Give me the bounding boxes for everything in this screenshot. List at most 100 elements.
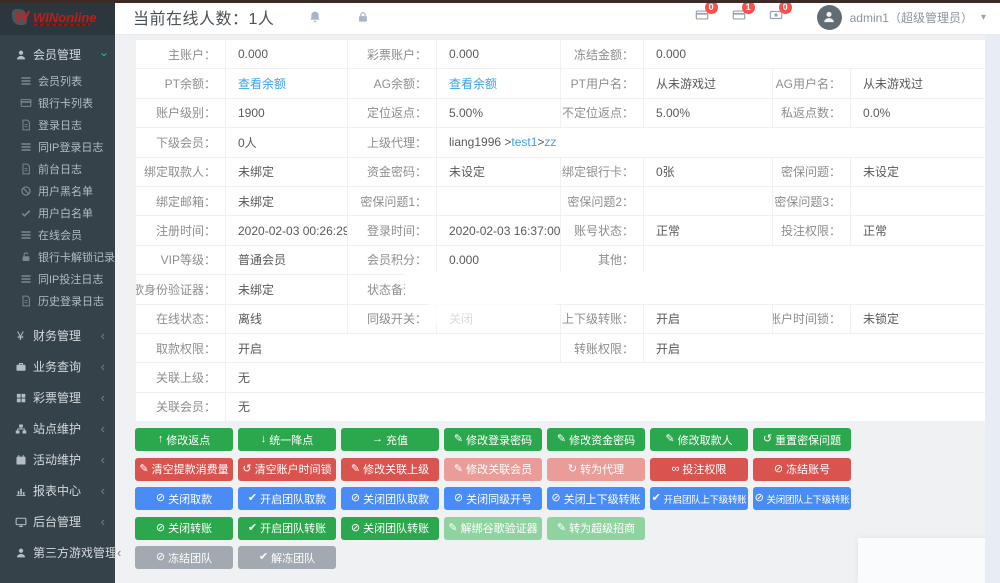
- sidebar-subitem-用户黑名单[interactable]: 用户黑名单: [0, 180, 115, 202]
- action-button-label: 清空账户时间锁: [255, 461, 332, 477]
- sidebar-item-后台管理[interactable]: 后台管理‹: [0, 506, 115, 537]
- sidebar-item-活动维护[interactable]: 活动维护‹: [0, 444, 115, 475]
- sidebar-item-财务管理[interactable]: ¥财务管理‹: [0, 320, 115, 351]
- sidebar-item-彩票管理[interactable]: 彩票管理‹: [0, 382, 115, 413]
- action-button[interactable]: ⊘关闭取款: [135, 487, 233, 510]
- field-label: 密保问题3：: [773, 187, 851, 216]
- action-button[interactable]: ⊘关闭上下级转账: [547, 487, 645, 510]
- action-button-label: 转为代理: [580, 461, 624, 477]
- sidebar-item-label: 业务查询: [33, 358, 101, 375]
- sidebar-subitem-同IP投注日志[interactable]: 同IP投注日志: [0, 268, 115, 290]
- sidebar-item-业务查询[interactable]: 业务查询‹: [0, 351, 115, 382]
- action-button[interactable]: ↻转为代理: [547, 458, 645, 481]
- field-value: 查看余额: [226, 69, 348, 98]
- action-button[interactable]: ↺重置密保问题: [753, 428, 851, 451]
- action-button[interactable]: ⊘关闭转账: [135, 517, 233, 540]
- action-button[interactable]: ⊘关闭团队取款: [341, 487, 439, 510]
- action-button[interactable]: ✎修改取款人: [650, 428, 748, 451]
- sidebar-subitem-会员列表[interactable]: 会员列表: [0, 70, 115, 92]
- money-notification-icon[interactable]: 0: [768, 8, 784, 22]
- scrollbar-track[interactable]: [985, 35, 1000, 583]
- field-value: 未绑定: [226, 275, 348, 304]
- field-label: 账号状态：: [561, 216, 644, 245]
- action-button-label: 关闭团队转账: [363, 520, 429, 536]
- field-label: 主账户：: [136, 40, 226, 69]
- action-button-label: 统一降点: [269, 432, 313, 448]
- sidebar-subitem-同IP登录日志[interactable]: 同IP登录日志: [0, 136, 115, 158]
- action-button[interactable]: ✔开启团队取款: [238, 487, 336, 510]
- lock-icon[interactable]: [356, 10, 370, 24]
- sidebar-subitem-用户白名单[interactable]: 用户白名单: [0, 202, 115, 224]
- agent-link[interactable]: test1: [511, 135, 537, 149]
- ban-icon: ⊘: [755, 493, 764, 504]
- logo-icon: W: [12, 9, 29, 26]
- edit-icon: ✎: [448, 523, 457, 534]
- action-button[interactable]: ✔开启团队转账: [238, 517, 336, 540]
- sidebar-item-label: 站点维护: [33, 420, 101, 437]
- ban-icon: ⊘: [156, 493, 165, 504]
- field-value: 0.000: [437, 40, 561, 69]
- sidebar-subitem-银行卡列表[interactable]: 银行卡列表: [0, 92, 115, 114]
- action-button[interactable]: ✎修改登录密码: [444, 428, 542, 451]
- sidebar-subitem-登录日志[interactable]: 登录日志: [0, 114, 115, 136]
- undo-icon: ↺: [763, 434, 772, 445]
- sidebar-subitem-历史登录日志[interactable]: 历史登录日志: [0, 290, 115, 312]
- action-button[interactable]: ⊘关闭团队转账: [341, 517, 439, 540]
- action-button-label: 关闭取款: [168, 491, 212, 507]
- sidebar-item-报表中心[interactable]: 报表中心‹: [0, 475, 115, 506]
- field-label: 登录时间：: [348, 216, 437, 245]
- action-button[interactable]: ↓统一降点: [238, 428, 336, 451]
- sidebar-subitem-在线会员[interactable]: 在线会员: [0, 224, 115, 246]
- action-button[interactable]: ✎修改关联会员: [444, 458, 542, 481]
- action-button[interactable]: ↑修改返点: [135, 428, 233, 451]
- action-button[interactable]: ⊘冻结账号: [753, 458, 851, 481]
- sidebar-subitem-前台日志[interactable]: 前台日志: [0, 158, 115, 180]
- sidebar-item-label: 同IP登录日志: [38, 139, 115, 155]
- action-button-label: 开启团队转账: [260, 520, 326, 536]
- agent-link[interactable]: zz: [544, 135, 556, 149]
- action-button[interactable]: ✎清空提款消费量: [135, 458, 233, 481]
- logo[interactable]: W WINonline: [0, 0, 115, 35]
- field-value: 无: [226, 393, 986, 422]
- sidebar-item-会员管理[interactable]: 会员管理‹: [0, 39, 115, 70]
- logo-text: WINonline: [33, 10, 97, 25]
- view-balance-link[interactable]: 查看余额: [238, 75, 286, 92]
- action-button[interactable]: ⊘关闭同级开号: [444, 487, 542, 510]
- action-button[interactable]: ∞投注权限: [650, 458, 748, 481]
- user-menu[interactable]: admin1（超级管理员） ▾: [817, 5, 986, 30]
- bell-icon[interactable]: [308, 10, 322, 24]
- action-button[interactable]: ✎转为超级招商: [547, 517, 645, 540]
- action-button[interactable]: ⊘关闭团队上下级转账: [753, 487, 851, 510]
- action-button[interactable]: ✎修改资金密码: [547, 428, 645, 451]
- field-label: AG余额：: [348, 69, 437, 98]
- sidebar: W WINonline 会员管理‹会员列表银行卡列表登录日志同IP登录日志前台日…: [0, 0, 115, 583]
- action-button[interactable]: ⊘冻结团队: [135, 546, 233, 569]
- field-label: 不定位返点：: [561, 99, 644, 128]
- action-button[interactable]: ✎修改关联上级: [341, 458, 439, 481]
- action-button-label: 投注权限: [682, 461, 726, 477]
- sidebar-item-第三方游戏管理[interactable]: 第三方游戏管理‹: [0, 537, 115, 568]
- action-button[interactable]: ✔开启团队上下级转账: [650, 487, 748, 510]
- bankcard-notification-icon[interactable]: 0: [694, 8, 710, 22]
- view-balance-link[interactable]: 查看余额: [449, 75, 497, 92]
- edit-icon: ✎: [557, 523, 566, 534]
- chevron-left-icon: ‹: [101, 515, 105, 528]
- sidebar-subitem-银行卡解锁记录[interactable]: 银行卡解锁记录: [0, 246, 115, 268]
- field-value: 2020-02-03 16:37:00: [437, 216, 561, 245]
- edit-icon: ✎: [557, 434, 566, 445]
- check-icon: ✔: [248, 523, 257, 534]
- action-button[interactable]: ✔解冻团队: [238, 546, 336, 569]
- sidebar-item-label: 报表中心: [33, 482, 101, 499]
- field-label: 会员积分：: [348, 246, 437, 275]
- action-button[interactable]: →充值: [341, 428, 439, 451]
- chevron-left-icon: ‹: [101, 360, 105, 373]
- field-value: [437, 187, 561, 216]
- action-button[interactable]: ↺清空账户时间锁: [238, 458, 336, 481]
- field-label: 冻结金额：: [561, 40, 644, 69]
- chevron-left-icon: ‹: [101, 391, 105, 404]
- bankcard-notification-icon[interactable]: 1: [731, 8, 747, 22]
- sidebar-item-站点维护[interactable]: 站点维护‹: [0, 413, 115, 444]
- action-button[interactable]: ✎解绑谷歌验证器: [444, 517, 542, 540]
- link-icon: ∞: [672, 464, 680, 475]
- action-button-label: 充值: [386, 432, 408, 448]
